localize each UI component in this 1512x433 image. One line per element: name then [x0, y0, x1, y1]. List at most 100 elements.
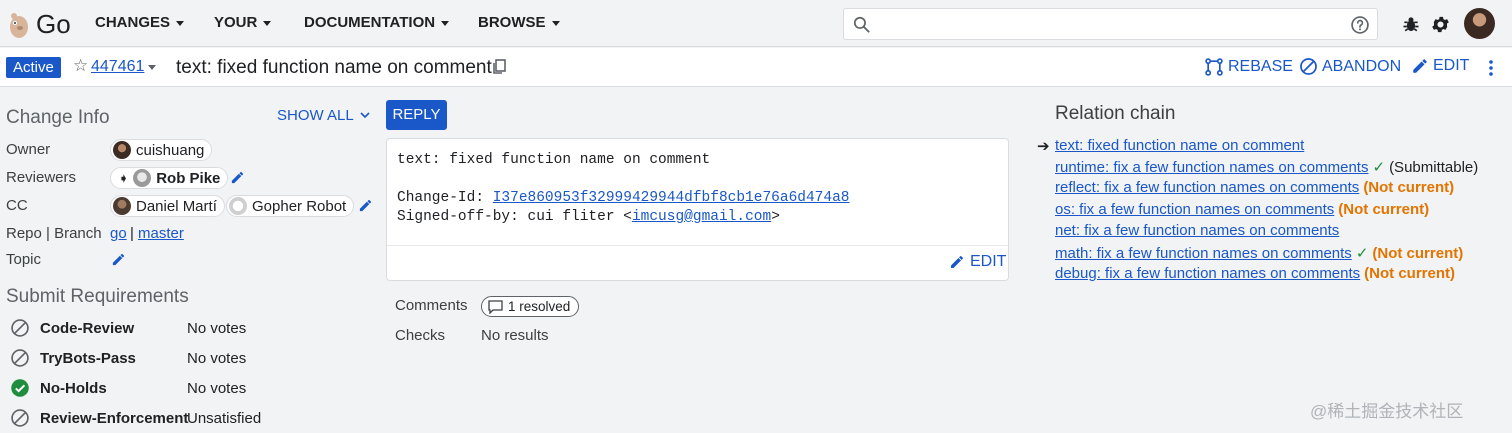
- search-box[interactable]: [843, 8, 1378, 40]
- top-bar: Go CHANGES YOUR DOCUMENTATION BROWSE: [0, 0, 1512, 47]
- block-icon: [11, 409, 29, 427]
- nav-browse[interactable]: BROWSE: [478, 14, 560, 31]
- current-change-arrow-icon: ➔: [1037, 138, 1050, 155]
- comments-chip[interactable]: 1 resolved: [481, 296, 580, 317]
- block-icon: [11, 349, 29, 367]
- avatar: [113, 197, 131, 215]
- search-icon: [853, 16, 870, 33]
- checks-label: Checks: [395, 327, 446, 344]
- relation-item: net: fix a few function names on comment…: [1055, 222, 1339, 239]
- nav-label: CHANGES: [95, 14, 171, 31]
- edit-topic-icon[interactable]: [111, 252, 126, 267]
- pencil-icon: [951, 256, 963, 268]
- change-number-link[interactable]: 447461: [91, 58, 144, 76]
- requirement-value: No votes: [187, 319, 247, 337]
- topic-label: Topic: [6, 251, 42, 268]
- submit-requirements-title: Submit Requirements: [6, 286, 189, 307]
- repo-branch-separator: |: [130, 225, 134, 242]
- cc-name: Gopher Robot: [252, 197, 347, 215]
- nav-your[interactable]: YOUR: [214, 14, 272, 31]
- cc-chip[interactable]: Daniel Martí: [110, 195, 225, 217]
- logo[interactable]: Go: [7, 9, 71, 40]
- reviewer-name: Rob Pike: [156, 169, 221, 187]
- copy-icon[interactable]: [492, 59, 507, 75]
- owner-label: Owner: [6, 141, 51, 158]
- requirement-name: Code-Review: [40, 319, 135, 337]
- chevron-down-icon: [551, 20, 560, 26]
- email-link[interactable]: imcusg@gmail.com: [632, 209, 771, 225]
- relation-status: (Not current): [1364, 265, 1455, 282]
- requirement-row: Code-Review No votes: [10, 318, 246, 338]
- repo-branch-label: Repo | Branch: [6, 225, 102, 242]
- relation-status: (Not current): [1338, 201, 1430, 218]
- nav-label: DOCUMENTATION: [304, 14, 436, 31]
- settings-button[interactable]: [1429, 13, 1451, 35]
- show-all-button[interactable]: SHOW ALL: [277, 107, 370, 124]
- abandon-label: ABANDON: [1322, 57, 1402, 75]
- star-icon[interactable]: ☆: [73, 57, 88, 75]
- account-avatar[interactable]: [1464, 8, 1495, 39]
- repo-link[interactable]: go: [110, 225, 127, 242]
- signed-off-end: >: [771, 209, 780, 225]
- edit-message-button[interactable]: EDIT: [949, 253, 1006, 271]
- edit-label: EDIT: [1433, 57, 1470, 74]
- relation-link[interactable]: math: fix a few function names on commen…: [1055, 245, 1352, 262]
- relation-chain-title: Relation chain: [1055, 103, 1176, 124]
- relation-link[interactable]: reflect: fix a few function names on com…: [1055, 179, 1359, 196]
- change-id-label: Change-Id:: [397, 190, 493, 206]
- status-badge: Active: [6, 57, 61, 78]
- relation-link[interactable]: runtime: fix a few function names on com…: [1055, 159, 1368, 176]
- relation-item: math: fix a few function names on commen…: [1055, 244, 1464, 263]
- relation-item: os: fix a few function names on comments…: [1055, 201, 1429, 218]
- change-title: text: fixed function name on comment: [176, 57, 492, 78]
- comments-label: Comments: [395, 297, 468, 314]
- check-circle-icon: [11, 379, 29, 397]
- edit-label: EDIT: [970, 253, 1007, 270]
- more-vert-icon[interactable]: [1484, 58, 1498, 78]
- help-icon[interactable]: [1350, 15, 1370, 35]
- relation-link[interactable]: text: fixed function name on comment: [1055, 137, 1304, 154]
- commit-message: text: fixed function name on comment Cha…: [397, 151, 849, 227]
- commit-subject: text: fixed function name on comment: [397, 152, 711, 168]
- cc-chip[interactable]: Gopher Robot: [226, 195, 355, 217]
- gopher-logo-icon: [10, 12, 28, 38]
- show-all-label: SHOW ALL: [277, 107, 354, 124]
- relation-status: (Not current): [1363, 179, 1455, 196]
- chevron-down-icon: [263, 20, 272, 26]
- cc-label: CC: [6, 197, 28, 214]
- rebase-button[interactable]: REBASE: [1204, 57, 1293, 77]
- relation-status: (Not current): [1372, 244, 1464, 262]
- search-input[interactable]: [878, 13, 1338, 35]
- requirement-name: Review-Enforcement: [40, 409, 189, 427]
- nav-documentation[interactable]: DOCUMENTATION: [304, 14, 450, 31]
- owner-chip[interactable]: cuishuang: [110, 139, 213, 161]
- relation-link[interactable]: debug: fix a few function names on comme…: [1055, 265, 1360, 282]
- nav-changes[interactable]: CHANGES: [95, 14, 185, 31]
- relation-link[interactable]: os: fix a few function names on comments: [1055, 201, 1334, 218]
- requirement-value: Unsatisfied: [187, 409, 262, 427]
- comment-icon: [488, 299, 503, 314]
- edit-button[interactable]: EDIT: [1411, 57, 1469, 75]
- rebase-label: REBASE: [1228, 58, 1293, 75]
- gopher-robot-avatar: [229, 197, 247, 215]
- requirement-name: TryBots-Pass: [40, 349, 136, 367]
- abandon-button[interactable]: ABANDON: [1299, 57, 1401, 76]
- reply-button[interactable]: REPLY: [386, 100, 447, 130]
- reviewer-chip[interactable]: ➧ Rob Pike: [110, 167, 229, 189]
- edit-cc-icon[interactable]: [358, 198, 373, 213]
- relation-link[interactable]: net: fix a few function names on comment…: [1055, 222, 1339, 239]
- change-info-title: Change Info: [6, 107, 110, 128]
- edit-reviewers-icon[interactable]: [230, 170, 245, 185]
- requirement-value: No votes: [187, 349, 247, 367]
- bug-report-button[interactable]: [1400, 13, 1422, 35]
- logo-text: Go: [36, 9, 71, 39]
- chevron-down-icon: [441, 20, 450, 26]
- chevron-down-icon[interactable]: [148, 65, 156, 70]
- change-id-link[interactable]: I37e860953f32999429944dfbf8cb1e76a6d474a…: [493, 190, 850, 206]
- requirement-row: Review-Enforcement Unsatisfied: [10, 408, 261, 428]
- branch-link[interactable]: master: [138, 225, 184, 242]
- avatar: [133, 169, 152, 187]
- requirement-name: No-Holds: [40, 379, 107, 397]
- requirement-row: TryBots-Pass No votes: [10, 348, 246, 368]
- commit-message-card: text: fixed function name on comment Cha…: [386, 138, 1009, 281]
